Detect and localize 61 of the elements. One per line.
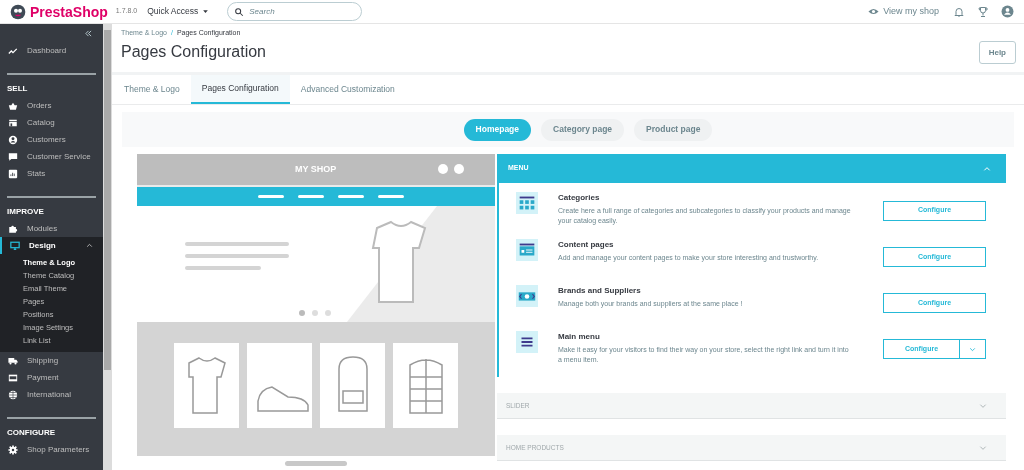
chevron-down-icon — [969, 345, 976, 353]
view-shop-link[interactable]: View my shop — [868, 4, 939, 19]
store-icon — [8, 117, 18, 128]
sidebar-item[interactable]: Orders — [0, 97, 103, 114]
menu-icon — [516, 331, 538, 353]
page-title: Pages Configuration — [121, 42, 266, 62]
sidebar-item[interactable]: Shipping — [0, 352, 103, 369]
section-heading: CONFIGURE — [6, 427, 56, 439]
sidebar-item[interactable]: Customer Service — [0, 148, 103, 165]
sidebar-item[interactable]: Stats — [0, 165, 103, 182]
caret-icon — [202, 8, 210, 15]
chevron-up-icon — [86, 242, 93, 249]
section-heading: SELL — [6, 83, 29, 95]
puzzle-icon — [8, 223, 18, 234]
scrollbar[interactable] — [103, 24, 112, 470]
shop-name: MY SHOP — [295, 162, 337, 176]
sidebar-item[interactable]: Catalog — [0, 114, 103, 131]
grid-icon — [516, 192, 538, 214]
dropdown-toggle[interactable] — [960, 339, 986, 359]
bell-icon[interactable] — [953, 5, 965, 18]
chat-icon — [8, 151, 18, 162]
basket-icon — [8, 100, 18, 111]
sidebar-item[interactable]: Modules — [0, 220, 103, 237]
globe-icon — [8, 389, 18, 400]
tab[interactable]: Theme & Logo — [113, 75, 191, 104]
tab[interactable]: Advanced Customization — [289, 75, 406, 104]
brand-name: PrestaShop — [30, 4, 108, 19]
chevron-down-icon — [979, 443, 987, 452]
tab[interactable]: Pages Configuration — [190, 75, 290, 104]
sidebar-item[interactable]: Shop Parameters — [0, 441, 103, 458]
logo-icon — [10, 3, 26, 20]
ticket-icon — [516, 285, 538, 307]
quick-access-menu[interactable]: Quick Access — [147, 5, 210, 18]
item-title: Content pages — [558, 239, 615, 251]
chevron-down-icon — [979, 401, 987, 410]
page-type-button[interactable]: Category page — [541, 118, 625, 141]
settings-icon — [8, 444, 18, 455]
eye-icon — [868, 6, 880, 17]
sidebar-item[interactable]: International — [0, 386, 103, 403]
user-icon — [8, 134, 18, 145]
truck-icon — [8, 355, 18, 366]
window-dots-icon — [438, 164, 464, 175]
item-title: Categories — [558, 192, 601, 204]
collapse-icon[interactable] — [84, 28, 93, 38]
monitor-icon — [10, 240, 20, 251]
user-icon[interactable] — [1001, 5, 1014, 18]
card-icon — [8, 372, 18, 383]
item-title: Main menu — [558, 331, 601, 343]
chevron-up-icon — [983, 164, 991, 173]
sidebar-item[interactable]: Payment — [0, 369, 103, 386]
section-heading: IMPROVE — [6, 206, 45, 218]
sidebar-item[interactable]: Dashboard — [0, 42, 103, 59]
page-icon — [516, 239, 538, 261]
sidebar-item[interactable]: Customers — [0, 131, 103, 148]
search-icon — [234, 6, 245, 17]
item-title: Brands and Suppliers — [558, 285, 642, 297]
page-type-button[interactable]: Product page — [634, 118, 713, 141]
help-button[interactable]: Help — [978, 41, 1016, 64]
chart-icon — [8, 168, 18, 179]
trophy-icon[interactable] — [977, 5, 989, 18]
search-field[interactable]: Search — [227, 2, 363, 21]
